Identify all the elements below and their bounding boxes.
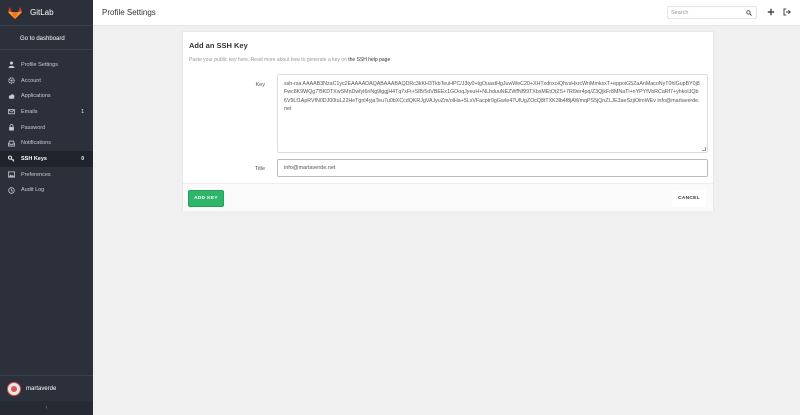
sidebar-item-audit-log[interactable]: Audit Log xyxy=(0,183,93,199)
gitlab-logo-icon xyxy=(8,6,22,19)
form-title: Add an SSH Key xyxy=(189,41,248,50)
sidebar-item-applications[interactable]: Applications xyxy=(0,88,93,104)
title-value: info@martaverde.net xyxy=(284,165,336,171)
sidebar-item-profile-settings[interactable]: Profile Settings xyxy=(0,57,93,73)
sidebar: GitLab Go to dashboard Profile Settings … xyxy=(0,0,93,415)
lock-icon xyxy=(8,124,15,131)
sidebar-item-notifications[interactable]: Notifications xyxy=(0,135,93,151)
angle-left-icon: ‹ xyxy=(45,405,48,411)
sidebar-item-label: Notifications xyxy=(21,140,51,147)
plus-icon[interactable] xyxy=(767,8,775,16)
sign-out-icon[interactable] xyxy=(783,8,791,16)
inbox-icon xyxy=(8,140,15,147)
add-key-button[interactable]: ADD KEY xyxy=(188,190,224,207)
emails-count-badge: 1 xyxy=(81,108,84,115)
go-to-dashboard-link[interactable]: Go to dashboard xyxy=(0,28,93,50)
title-label: Title xyxy=(254,166,265,172)
sidebar-nav: Profile Settings Account Applications Em… xyxy=(0,57,93,198)
sidebar-item-label: Audit Log xyxy=(21,187,45,194)
sidebar-item-preferences[interactable]: Preferences xyxy=(0,167,93,183)
sidebar-item-label: SSH Keys xyxy=(21,155,47,162)
key-textarea[interactable]: ssh-rsa AAAAB3NzaC1yc2EAAAADAQABAAABAQDR… xyxy=(277,74,708,153)
collapse-sidebar-button[interactable]: ‹ xyxy=(0,401,93,415)
form-actions: ADD KEY CANCEL xyxy=(183,183,713,211)
app-name: GitLab xyxy=(30,8,54,17)
key-value: ssh-rsa AAAAB3NzaC1yc2EAAAADAQABAAABAQDR… xyxy=(284,81,700,112)
key-icon xyxy=(8,155,15,163)
cloud-icon xyxy=(8,93,15,100)
ssh-keys-count-badge: 0 xyxy=(81,155,84,162)
username: martaverde xyxy=(26,385,57,392)
gear-icon xyxy=(8,77,15,84)
sidebar-item-account[interactable]: Account xyxy=(0,73,93,89)
title-input[interactable]: info@martaverde.net xyxy=(277,159,708,177)
sidebar-item-ssh-keys[interactable]: SSH Keys 0 xyxy=(0,151,93,167)
sidebar-item-label: Preferences xyxy=(21,171,51,178)
ssh-help-page-link[interactable]: the SSH help page xyxy=(348,57,390,63)
history-icon xyxy=(8,187,15,194)
user-icon xyxy=(8,61,15,69)
resize-handle[interactable] xyxy=(702,147,706,151)
avatar xyxy=(7,381,21,396)
search-input[interactable] xyxy=(671,9,741,16)
sidebar-item-emails[interactable]: Emails 1 xyxy=(0,104,93,120)
sidebar-item-label: Applications xyxy=(21,93,51,100)
search-icon[interactable] xyxy=(746,10,752,16)
sidebar-item-label: Password xyxy=(21,124,46,131)
current-user[interactable]: martaverde xyxy=(0,375,93,401)
form-description: Paste your public key here. Read more ab… xyxy=(189,57,390,63)
brand[interactable]: GitLab xyxy=(0,0,93,26)
key-label: Key xyxy=(255,82,265,88)
sidebar-item-label: Account xyxy=(21,77,41,84)
sidebar-item-label: Profile Settings xyxy=(21,61,58,68)
form-description-text: Paste your public key here. Read more ab… xyxy=(189,57,349,63)
sidebar-item-label: Emails xyxy=(21,108,38,115)
sidebar-item-password[interactable]: Password xyxy=(0,120,93,136)
search-box[interactable] xyxy=(667,6,757,19)
image-icon xyxy=(8,171,15,178)
page-title: Profile Settings xyxy=(102,8,156,17)
envelope-icon xyxy=(8,108,15,115)
cancel-button[interactable]: CANCEL xyxy=(672,190,706,207)
add-ssh-key-panel: Add an SSH Key Paste your public key her… xyxy=(182,31,714,211)
